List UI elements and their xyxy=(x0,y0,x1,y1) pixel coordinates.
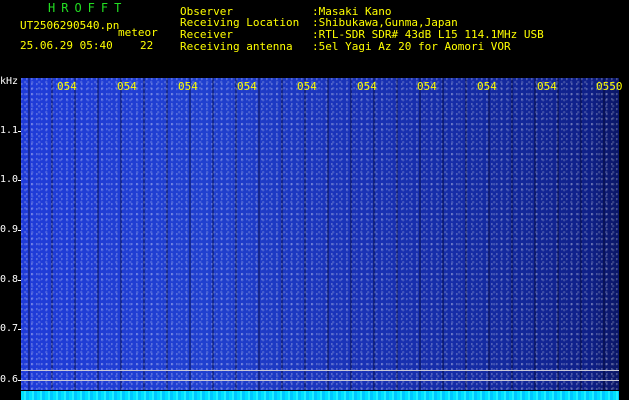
y-tick-label: 1.0 xyxy=(0,174,19,185)
app-title: HROFFT xyxy=(48,1,128,15)
antenna-label: Receiving antenna xyxy=(180,40,293,53)
x-tick-label: 054 xyxy=(297,80,317,93)
y-tick-mark xyxy=(18,230,21,231)
y-tick-label: 0.6 xyxy=(0,374,19,385)
filename: UT2506290540.pn xyxy=(20,19,120,32)
y-tick-label: 1.1 xyxy=(0,125,19,136)
reference-line xyxy=(21,370,619,371)
header: HROFFT UT2506290540.pn meteor 25.06.29 0… xyxy=(0,0,629,78)
y-tick-label: 0.8 xyxy=(0,274,19,285)
x-tick-label: 054 xyxy=(357,80,377,93)
y-axis-unit: kHz xyxy=(0,76,19,87)
y-tick-label: 0.9 xyxy=(0,224,19,235)
x-tick-label: 0550 xyxy=(596,80,623,93)
reference-line xyxy=(21,380,619,381)
x-tick-label: 054 xyxy=(417,80,437,93)
x-tick-label: 054 xyxy=(237,80,257,93)
mode-label: meteor xyxy=(118,26,158,39)
baseband-noise xyxy=(21,391,619,400)
y-tick-label: 0.7 xyxy=(0,323,19,334)
y-tick-mark xyxy=(18,380,21,381)
event-count: 22 xyxy=(140,39,154,52)
y-tick-mark xyxy=(18,280,21,281)
x-tick-label: 054 xyxy=(178,80,198,93)
x-tick-label: 054 xyxy=(537,80,557,93)
y-tick-mark xyxy=(18,131,21,132)
x-tick-label: 054 xyxy=(117,80,137,93)
antenna-value: :5el Yagi Az 20 for Aomori VOR xyxy=(312,40,511,53)
datetime: 25.06.29 05:40 xyxy=(20,39,113,52)
y-tick-mark xyxy=(18,180,21,181)
right-border xyxy=(619,78,629,400)
x-tick-label: 054 xyxy=(57,80,77,93)
y-tick-mark xyxy=(18,329,21,330)
x-tick-label: 054 xyxy=(477,80,497,93)
spectrogram xyxy=(21,78,619,390)
